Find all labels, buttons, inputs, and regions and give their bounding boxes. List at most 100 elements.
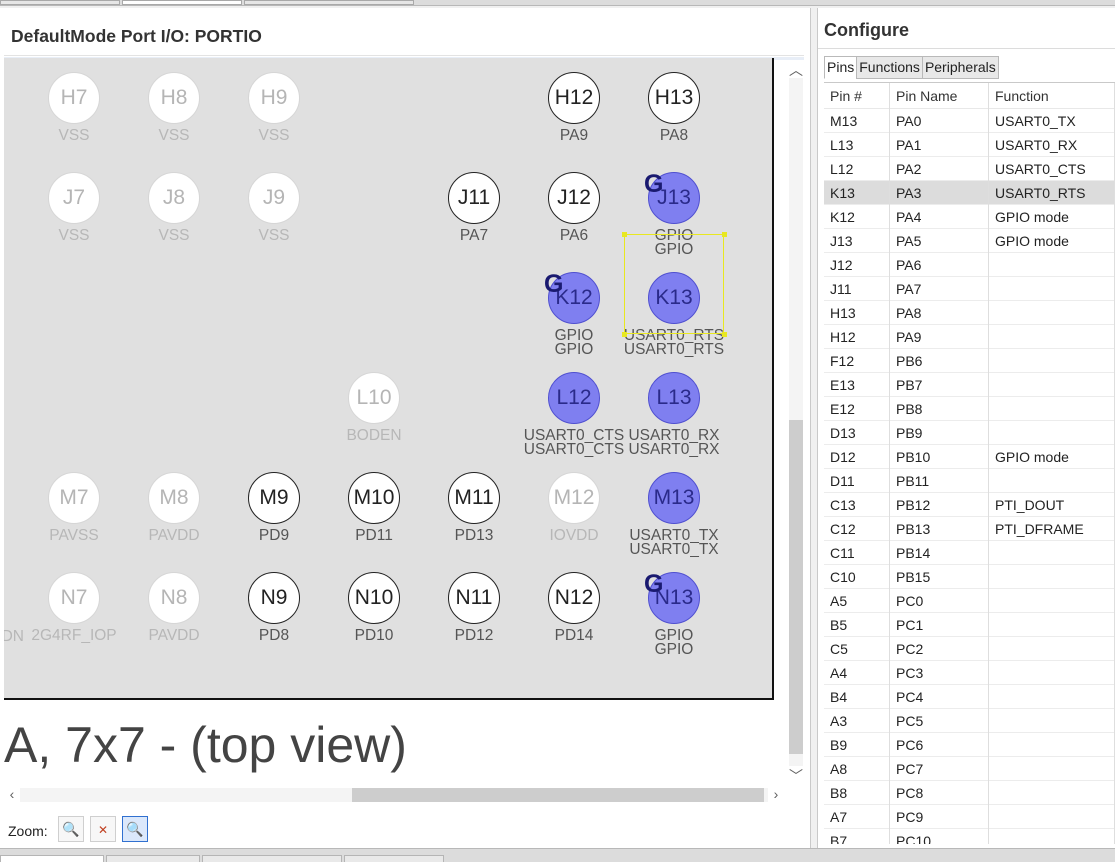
bottom-tab[interactable] — [106, 855, 200, 862]
editor-tab[interactable] — [0, 0, 120, 5]
table-row[interactable]: E13 PB7 — [824, 373, 1115, 397]
selection-handle[interactable] — [622, 232, 627, 237]
editor-tab-active[interactable] — [122, 0, 242, 5]
pin-m13[interactable]: M13 — [648, 472, 700, 524]
cell-function — [989, 613, 1115, 637]
table-row[interactable]: J11 PA7 — [824, 277, 1115, 301]
scroll-thumb[interactable] — [352, 788, 764, 802]
pin-j11[interactable]: J11 — [448, 172, 500, 224]
pin-l12[interactable]: L12 — [548, 372, 600, 424]
pin-h12[interactable]: H12 — [548, 72, 600, 124]
cell-function — [989, 373, 1115, 397]
pin-l13[interactable]: L13 — [648, 372, 700, 424]
pin-m10[interactable]: M10 — [348, 472, 400, 524]
pin-h8[interactable]: H8 — [148, 72, 200, 124]
pin-n7[interactable]: N7 — [48, 572, 100, 624]
pin-n11[interactable]: N11 — [448, 572, 500, 624]
horizontal-scrollbar[interactable]: ‹ › — [4, 786, 784, 804]
pin-m8[interactable]: M8 — [148, 472, 200, 524]
pin-diagram-canvas[interactable]: DN H7VSSH8VSSH9VSSH12PA9H13PA8J7VSSJ8VSS… — [4, 58, 774, 700]
table-row[interactable]: M13 PA0 USART0_TX — [824, 109, 1115, 133]
cell-pin-number: A3 — [824, 709, 890, 733]
pin-h13[interactable]: H13 — [648, 72, 700, 124]
cell-function: USART0_TX — [989, 109, 1115, 133]
selection-handle[interactable] — [722, 332, 727, 337]
col-pin-name[interactable]: Pin Name — [890, 83, 989, 109]
pin-h7[interactable]: H7 — [48, 72, 100, 124]
table-row[interactable]: A5 PC0 — [824, 589, 1115, 613]
pin-m9[interactable]: M9 — [248, 472, 300, 524]
table-row[interactable]: H13 PA8 — [824, 301, 1115, 325]
table-row[interactable]: K12 PA4 GPIO mode — [824, 205, 1115, 229]
scroll-left-icon[interactable]: ‹ — [4, 786, 20, 802]
pin-j12[interactable]: J12 — [548, 172, 600, 224]
table-row[interactable]: A8 PC7 — [824, 757, 1115, 781]
cell-pin-number: C11 — [824, 541, 890, 565]
table-row[interactable]: A3 PC5 — [824, 709, 1115, 733]
zoom-in-button[interactable]: 🔍 — [58, 816, 84, 842]
table-row[interactable]: E12 PB8 — [824, 397, 1115, 421]
cell-function — [989, 565, 1115, 589]
table-row[interactable]: C13 PB12 PTI_DOUT — [824, 493, 1115, 517]
pin-j7[interactable]: J7 — [48, 172, 100, 224]
pin-m12[interactable]: M12 — [548, 472, 600, 524]
zoom-fit-button[interactable]: ✕ — [90, 816, 116, 842]
col-function[interactable]: Function — [989, 83, 1115, 109]
table-row[interactable]: B9 PC6 — [824, 733, 1115, 757]
cell-pin-number: K13 — [824, 181, 890, 205]
table-row[interactable]: H12 PA9 — [824, 325, 1115, 349]
pin-n12[interactable]: N12 — [548, 572, 600, 624]
pin-m11[interactable]: M11 — [448, 472, 500, 524]
table-row[interactable]: B7 PC10 — [824, 829, 1115, 844]
table-row[interactable]: B5 PC1 — [824, 613, 1115, 637]
table-row[interactable]: D12 PB10 GPIO mode — [824, 445, 1115, 469]
pin-n8[interactable]: N8 — [148, 572, 200, 624]
col-pin-number[interactable]: Pin # — [824, 83, 890, 109]
scroll-up-icon[interactable]: ︿ — [788, 60, 804, 80]
cell-function — [989, 661, 1115, 685]
table-row[interactable]: A4 PC3 — [824, 661, 1115, 685]
tab-functions[interactable]: Functions — [856, 56, 923, 79]
tab-pins[interactable]: Pins — [824, 56, 858, 79]
zoom-out-icon: 🔍 — [126, 821, 144, 837]
table-row[interactable]: F12 PB6 — [824, 349, 1115, 373]
table-row[interactable]: C10 PB15 — [824, 565, 1115, 589]
vertical-scrollbar[interactable]: ︿ ﹀ — [786, 60, 806, 784]
table-row[interactable]: C5 PC2 — [824, 637, 1115, 661]
table-row[interactable]: K13 PA3 USART0_RTS — [824, 181, 1115, 205]
pin-n9[interactable]: N9 — [248, 572, 300, 624]
pin-j8[interactable]: J8 — [148, 172, 200, 224]
pin-l10[interactable]: L10 — [348, 372, 400, 424]
tab-peripherals[interactable]: Peripherals — [921, 56, 999, 79]
pin-h9[interactable]: H9 — [248, 72, 300, 124]
pin-n10[interactable]: N10 — [348, 572, 400, 624]
cell-pin-name: PB14 — [890, 541, 989, 565]
table-row[interactable]: L12 PA2 USART0_CTS — [824, 157, 1115, 181]
pin-m7[interactable]: M7 — [48, 472, 100, 524]
scroll-down-icon[interactable]: ﹀ — [788, 766, 804, 786]
table-row[interactable]: L13 PA1 USART0_RX — [824, 133, 1115, 157]
editor-tab[interactable] — [244, 0, 414, 5]
pin-j9[interactable]: J9 — [248, 172, 300, 224]
bottom-tab[interactable] — [0, 855, 104, 862]
table-row[interactable]: B8 PC8 — [824, 781, 1115, 805]
scroll-right-icon[interactable]: › — [768, 786, 784, 802]
table-row[interactable]: J12 PA6 — [824, 253, 1115, 277]
table-row[interactable]: B4 PC4 — [824, 685, 1115, 709]
top-tab-strip — [0, 0, 1115, 6]
cell-function — [989, 277, 1115, 301]
selection-handle[interactable] — [722, 232, 727, 237]
zoom-out-button[interactable]: 🔍 — [122, 816, 148, 842]
table-row[interactable]: A7 PC9 — [824, 805, 1115, 829]
panel-splitter[interactable] — [810, 8, 818, 848]
table-row[interactable]: C11 PB14 — [824, 541, 1115, 565]
table-row[interactable]: D13 PB9 — [824, 421, 1115, 445]
cell-pin-number: L12 — [824, 157, 890, 181]
table-row[interactable]: J13 PA5 GPIO mode — [824, 229, 1115, 253]
selection-handle[interactable] — [622, 332, 627, 337]
scroll-thumb[interactable] — [789, 420, 803, 754]
bottom-tab[interactable] — [202, 855, 342, 862]
bottom-tab[interactable] — [344, 855, 444, 862]
table-row[interactable]: D11 PB11 — [824, 469, 1115, 493]
table-row[interactable]: C12 PB13 PTI_DFRAME — [824, 517, 1115, 541]
